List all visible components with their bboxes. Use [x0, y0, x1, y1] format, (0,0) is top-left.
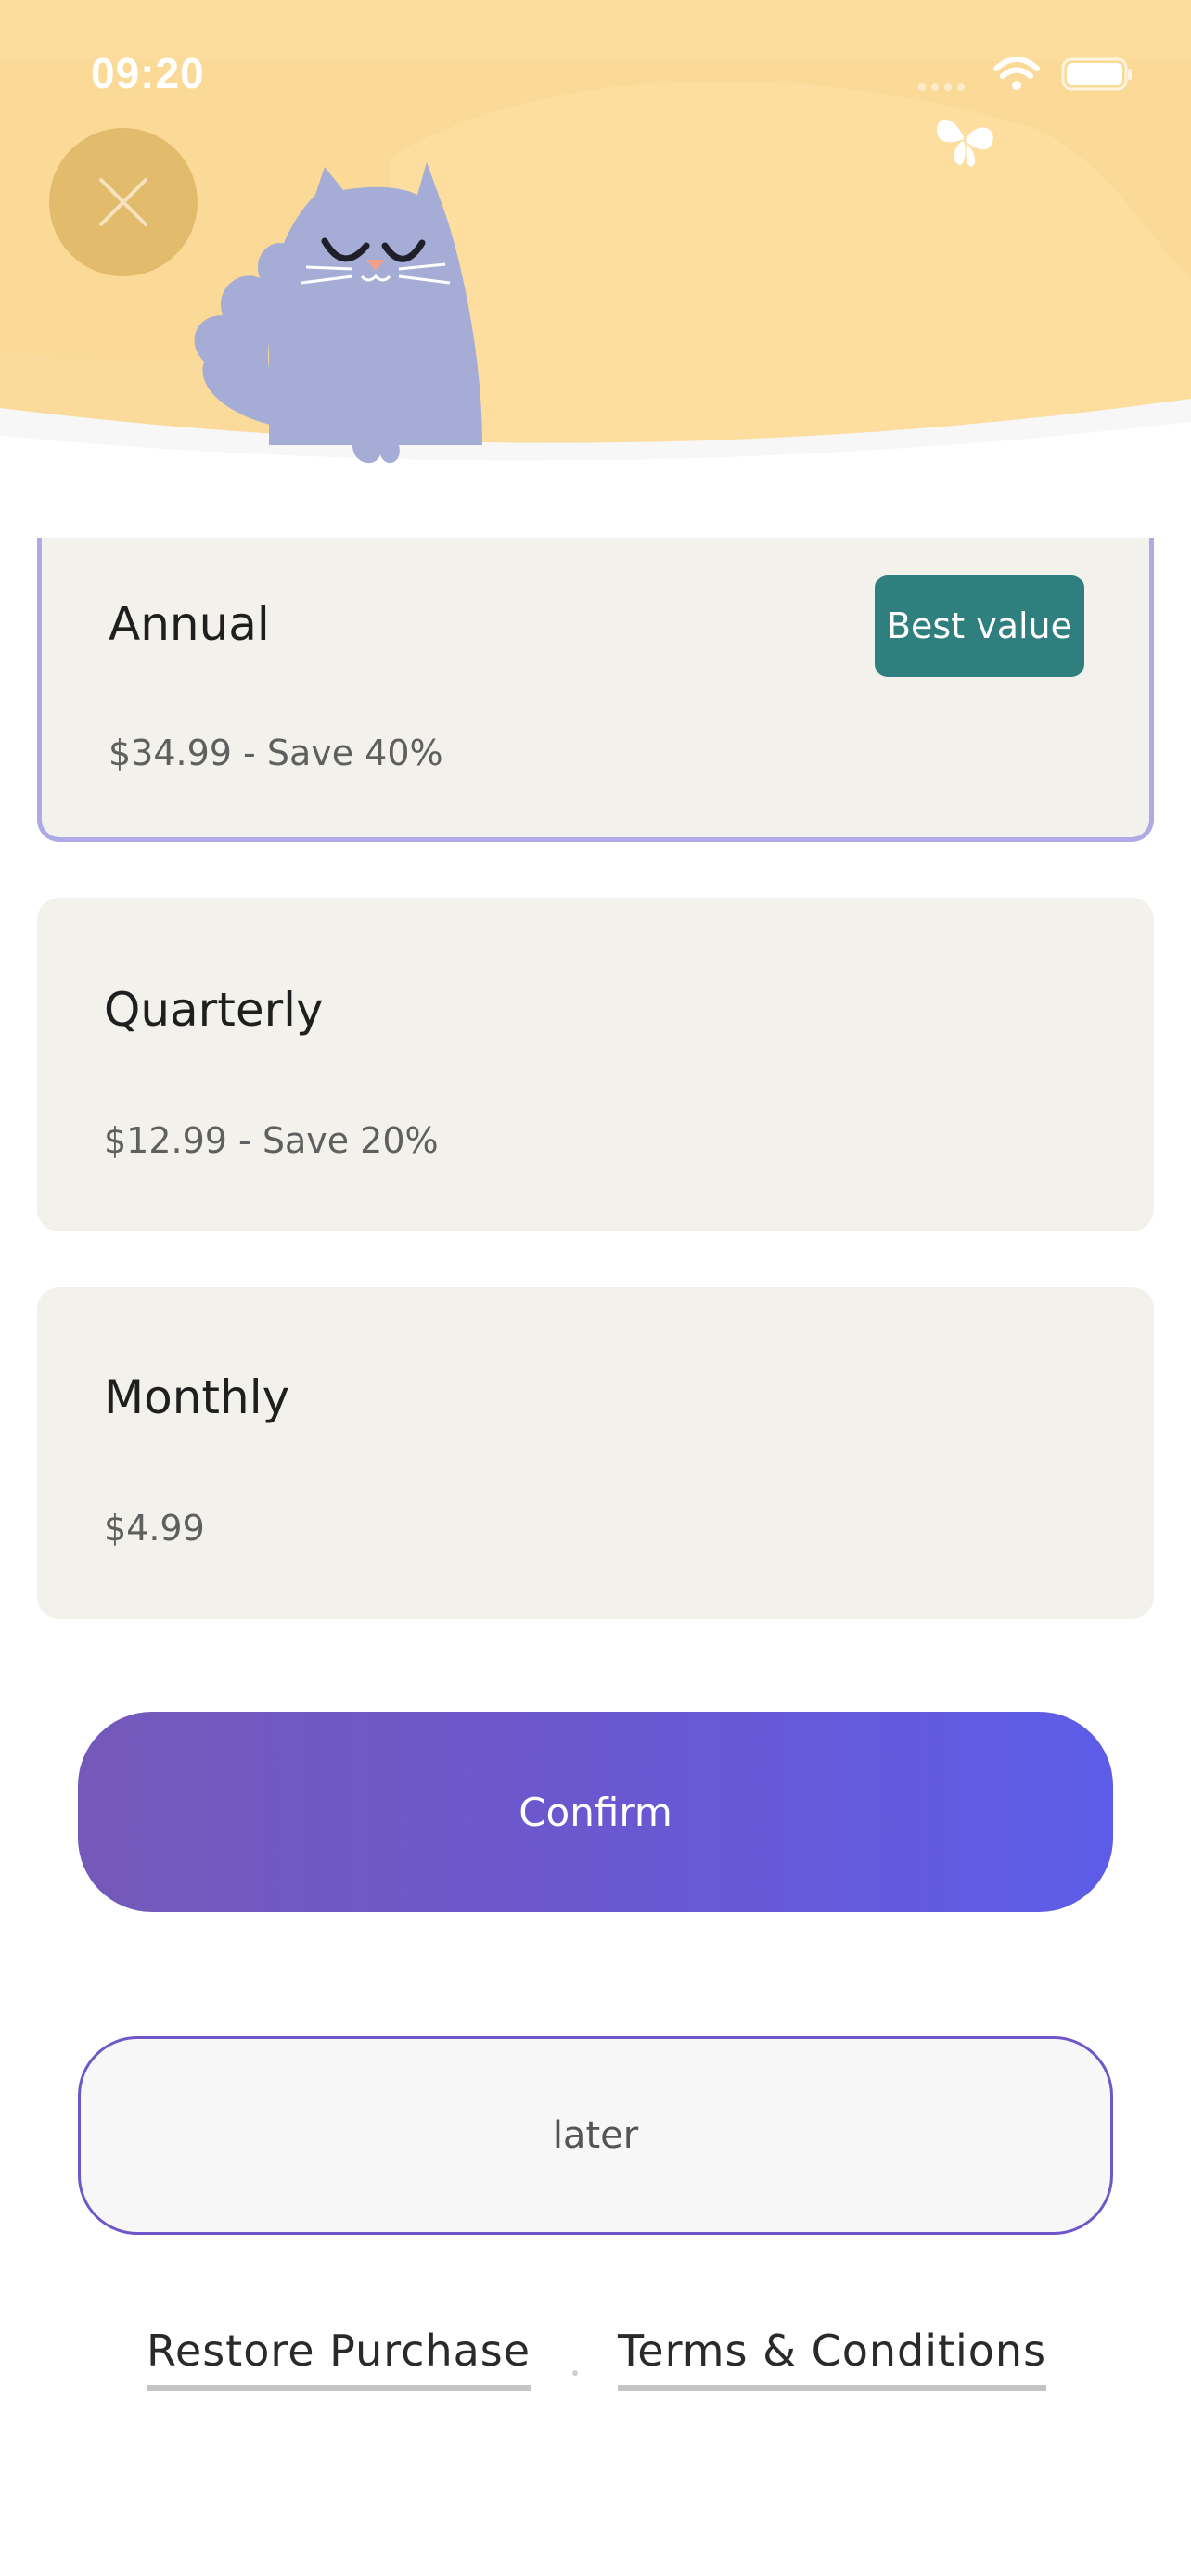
plan-price: $4.99: [104, 1508, 205, 1549]
best-value-badge: Best value: [875, 575, 1084, 677]
plan-name: Quarterly: [104, 983, 324, 1037]
confirm-button[interactable]: Confirm: [78, 1712, 1113, 1912]
plan-card-monthly[interactable]: Monthly $4.99: [37, 1287, 1154, 1619]
plan-name: Monthly: [104, 1371, 290, 1424]
cat-illustration: [194, 162, 482, 464]
plan-name: Annual: [109, 597, 270, 651]
footer-separator: [572, 2370, 578, 2376]
terms-link[interactable]: Terms & Conditions: [618, 2326, 1047, 2391]
battery-icon: [1061, 57, 1132, 91]
plan-card-annual[interactable]: Annual Best value $34.99 - Save 40%: [37, 538, 1154, 842]
plan-price: $12.99 - Save 20%: [104, 1120, 439, 1161]
restore-purchase-link[interactable]: Restore Purchase: [147, 2326, 531, 2391]
close-button[interactable]: [49, 128, 198, 276]
signal-icon: [918, 83, 965, 91]
wifi-icon: [993, 57, 1040, 90]
plan-card-quarterly[interactable]: Quarterly $12.99 - Save 20%: [37, 898, 1154, 1231]
status-icons: [918, 57, 1132, 91]
status-time: 09:20: [91, 49, 205, 97]
later-button[interactable]: later: [78, 2036, 1113, 2235]
close-icon: [99, 178, 147, 226]
plan-price: $34.99 - Save 40%: [109, 733, 443, 773]
butterfly-icon: [936, 119, 993, 167]
